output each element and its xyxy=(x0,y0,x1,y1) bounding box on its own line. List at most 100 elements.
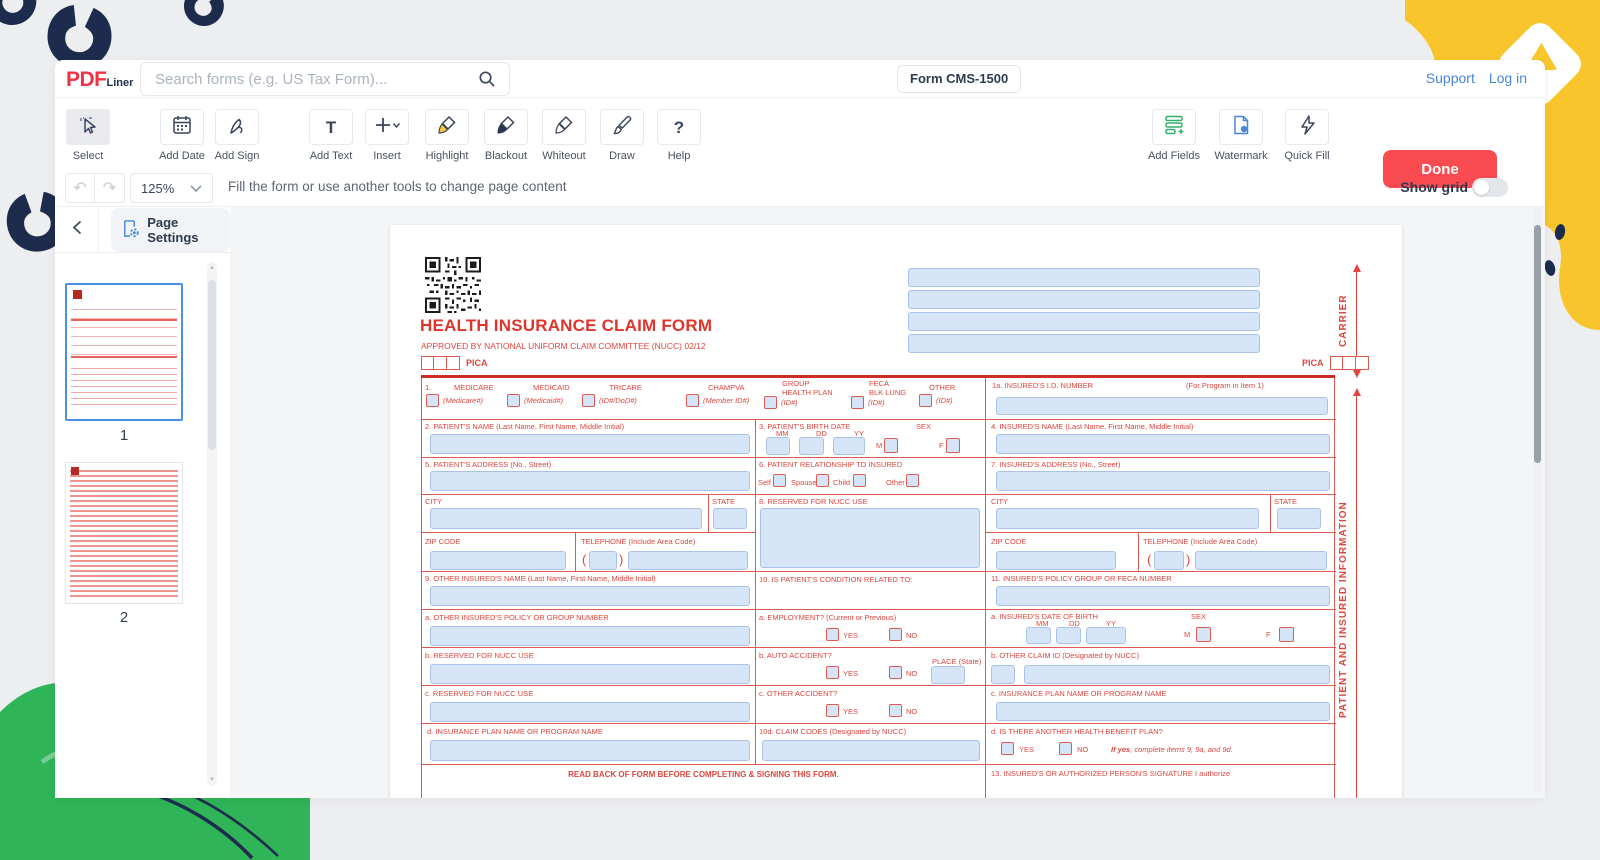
benefit-yes-checkbox[interactable] xyxy=(1001,742,1014,755)
insured-city-input[interactable] xyxy=(996,508,1259,529)
quick-fill-button[interactable]: Quick Fill xyxy=(1277,109,1337,162)
redo-button[interactable]: ↷ xyxy=(95,173,125,203)
f8-input[interactable] xyxy=(760,508,980,568)
patient-zip-input[interactable] xyxy=(430,551,566,570)
f9d-input[interactable] xyxy=(430,740,750,761)
rel-self-checkbox[interactable] xyxy=(773,474,786,487)
show-grid-toggle[interactable] xyxy=(1472,178,1508,197)
f3-female-checkbox[interactable] xyxy=(946,438,960,453)
undo-button[interactable]: ↶ xyxy=(65,173,95,203)
insert-button[interactable]: Insert xyxy=(357,109,417,162)
insured-state-input[interactable] xyxy=(1277,508,1321,529)
f9b-input[interactable] xyxy=(430,664,750,684)
page-thumbnail-1[interactable] xyxy=(65,283,183,421)
plan-group-checkbox[interactable] xyxy=(764,396,777,409)
sidebar-scrollbar[interactable]: ▲ ▼ xyxy=(207,262,217,786)
carrier-line-1-input[interactable] xyxy=(908,268,1260,287)
support-link[interactable]: Support xyxy=(1426,70,1475,86)
readback-label: READ BACK OF FORM BEFORE COMPLETING & SI… xyxy=(422,770,985,779)
carrier-line-3-input[interactable] xyxy=(908,312,1260,331)
plan-tricare-checkbox[interactable] xyxy=(582,394,595,407)
search-icon[interactable] xyxy=(477,69,496,93)
f9a-input[interactable] xyxy=(430,626,750,646)
rel-child-checkbox[interactable] xyxy=(853,474,866,487)
pdfliner-logo[interactable]: PDFLiner xyxy=(66,68,133,92)
blackout-button[interactable]: Blackout xyxy=(476,109,536,162)
whiteout-brush-icon xyxy=(553,114,575,141)
f11c-label: c. INSURANCE PLAN NAME OR PROGRAM NAME xyxy=(991,689,1166,698)
carrier-line-4-input[interactable] xyxy=(908,334,1260,353)
f3-mm-input[interactable] xyxy=(766,437,790,455)
benefit-no-checkbox[interactable] xyxy=(1059,742,1072,755)
rel-spouse-checkbox[interactable] xyxy=(816,474,829,487)
select-tool-button[interactable]: Select xyxy=(58,109,118,162)
scroll-down-icon[interactable]: ▼ xyxy=(207,777,217,783)
page-thumbnail-2[interactable] xyxy=(65,462,183,604)
f9-input[interactable] xyxy=(430,586,750,606)
auto-no-checkbox[interactable] xyxy=(889,666,902,679)
add-sign-button[interactable]: Add Sign xyxy=(207,109,267,162)
patient-city-input[interactable] xyxy=(430,508,702,529)
other-acc-no-checkbox[interactable] xyxy=(889,704,902,717)
draw-button[interactable]: Draw xyxy=(592,109,652,162)
plan-medicare-checkbox[interactable] xyxy=(426,394,439,407)
f5-input[interactable] xyxy=(430,471,750,491)
watermark-button[interactable]: Watermark xyxy=(1211,109,1271,162)
patient-areacode-input[interactable] xyxy=(589,551,617,570)
plan-champva-checkbox[interactable] xyxy=(686,394,699,407)
help-button[interactable]: ? Help xyxy=(649,109,709,162)
login-link[interactable]: Log in xyxy=(1489,70,1527,86)
main-scroll-thumb[interactable] xyxy=(1534,225,1541,463)
sidebar-scroll-thumb[interactable] xyxy=(208,280,216,450)
highlight-button[interactable]: Highlight xyxy=(417,109,477,162)
collapse-sidebar-button[interactable] xyxy=(55,207,99,252)
insured-dob-mm-input[interactable] xyxy=(1026,627,1051,644)
f3-male-checkbox[interactable] xyxy=(884,438,898,453)
auto-yes-checkbox[interactable] xyxy=(826,666,839,679)
employment-yes-checkbox[interactable] xyxy=(826,628,839,641)
f4-input[interactable] xyxy=(996,434,1330,454)
add-date-button[interactable]: Add Date xyxy=(152,109,212,162)
plan-feca-checkbox[interactable] xyxy=(851,396,864,409)
f3-dd-input[interactable] xyxy=(799,437,824,455)
page-settings-button[interactable]: Page Settings xyxy=(111,208,230,252)
insured-male-checkbox[interactable] xyxy=(1196,627,1211,642)
f10d-input[interactable] xyxy=(762,740,980,761)
cell-9d: d. INSURANCE PLAN NAME OR PROGRAM NAME xyxy=(422,724,756,765)
insured-female-checkbox[interactable] xyxy=(1279,627,1294,642)
scroll-up-icon[interactable]: ▲ xyxy=(207,265,217,271)
plan-other-checkbox[interactable] xyxy=(919,394,932,407)
f3-yy-input[interactable] xyxy=(833,437,865,455)
patient-state-input[interactable] xyxy=(713,508,747,529)
f11b-input[interactable] xyxy=(1024,665,1330,684)
f1a-note: (For Program in Item 1) xyxy=(1186,381,1264,390)
main-scrollbar[interactable] xyxy=(1533,207,1542,792)
whiteout-button[interactable]: Whiteout xyxy=(534,109,594,162)
f11-input[interactable] xyxy=(996,586,1330,606)
f7-input[interactable] xyxy=(996,471,1330,491)
insured-phone-input[interactable] xyxy=(1195,551,1327,570)
zoom-select[interactable]: 125% xyxy=(130,173,213,203)
cell-10a: a. EMPLOYMENT? (Current or Previous) YES… xyxy=(756,610,986,648)
insured-dob-yy-input[interactable] xyxy=(1086,627,1126,644)
insured-zip-input[interactable] xyxy=(996,551,1116,570)
place-input[interactable] xyxy=(931,666,965,684)
add-sign-label: Add Sign xyxy=(207,150,267,162)
rel-other-checkbox[interactable] xyxy=(906,474,919,487)
f11b-qualifier-input[interactable] xyxy=(991,665,1015,684)
insured-areacode-input[interactable] xyxy=(1154,551,1184,570)
search-input[interactable] xyxy=(140,62,510,96)
employment-no-checkbox[interactable] xyxy=(889,628,902,641)
f2-input[interactable] xyxy=(430,434,750,454)
add-text-button[interactable]: T Add Text xyxy=(301,109,361,162)
form-approved-line: APPROVED BY NATIONAL UNIFORM CLAIM COMMI… xyxy=(421,341,706,351)
patient-phone-input[interactable] xyxy=(628,551,748,570)
carrier-line-2-input[interactable] xyxy=(908,290,1260,309)
f1a-input[interactable] xyxy=(996,397,1328,415)
add-fields-button[interactable]: Add Fields xyxy=(1144,109,1204,162)
f11c-input[interactable] xyxy=(996,702,1330,721)
insured-dob-dd-input[interactable] xyxy=(1056,627,1081,644)
f9c-input[interactable] xyxy=(430,702,750,722)
other-acc-yes-checkbox[interactable] xyxy=(826,704,839,717)
plan-medicaid-checkbox[interactable] xyxy=(507,394,520,407)
